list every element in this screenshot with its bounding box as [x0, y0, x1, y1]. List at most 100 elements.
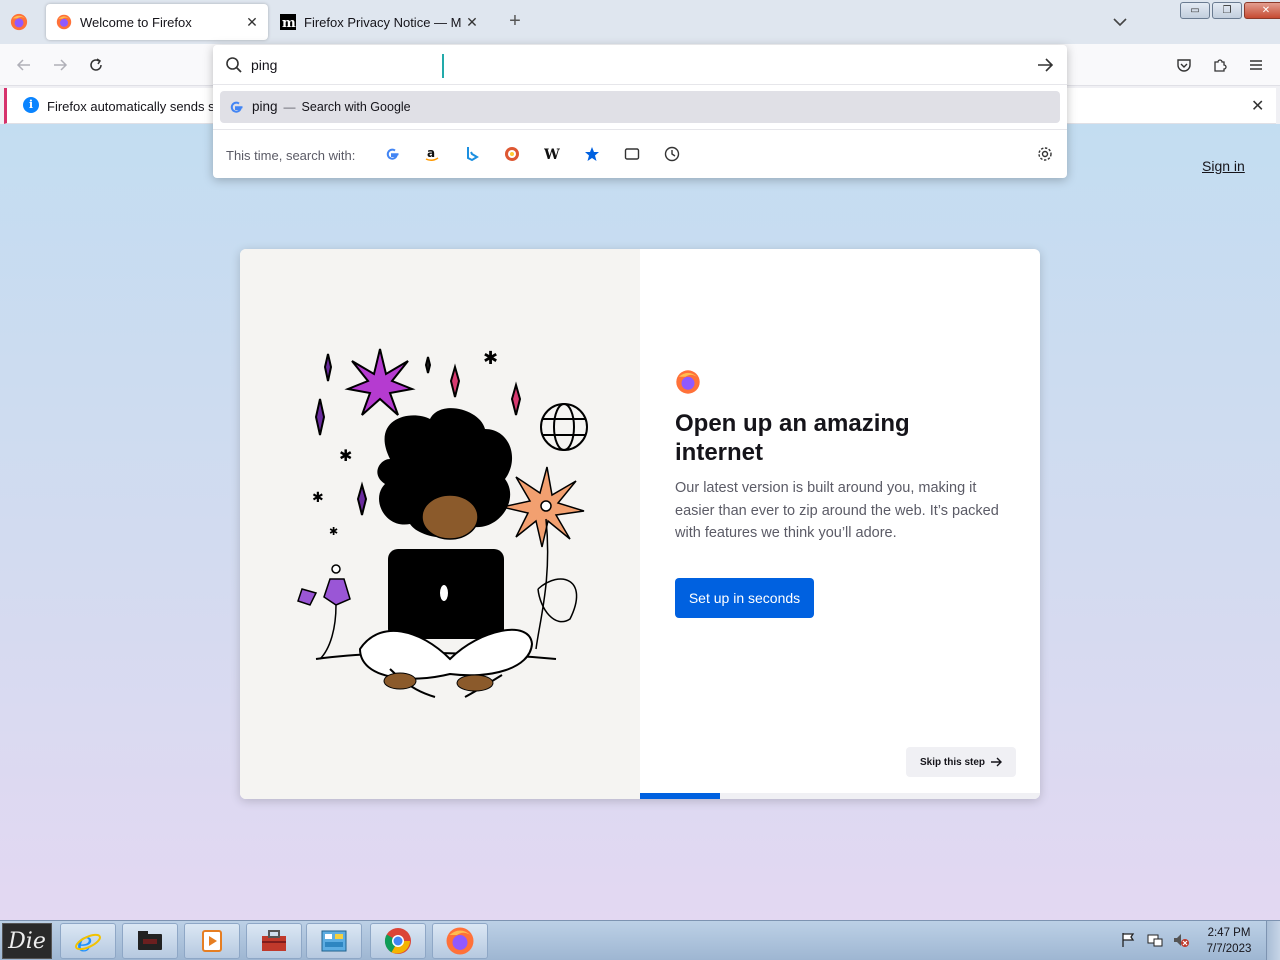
taskbar-media-player[interactable] [184, 923, 240, 959]
onboarding-card: ✱ ✱ ✱ ✱ Open up an amazing internet Our … [240, 249, 1040, 799]
extensions-button[interactable] [1208, 54, 1232, 76]
volume-muted-icon[interactable] [1172, 931, 1190, 949]
reload-button[interactable] [84, 54, 108, 76]
suggestion-text: ping — Search with Google [252, 99, 411, 114]
back-button[interactable] [12, 54, 36, 76]
tabs-button[interactable] [620, 142, 644, 166]
taskbar: Die e 2:47 PM 7/7/2023 [0, 920, 1280, 960]
puzzle-icon [1214, 59, 1227, 72]
chevron-down-icon[interactable] [1110, 12, 1130, 32]
history-button[interactable] [660, 142, 684, 166]
page-title: Open up an amazing internet [675, 410, 910, 466]
text-cursor-icon [442, 54, 444, 78]
folder-icon [138, 931, 162, 950]
internet-explorer-icon: e [75, 928, 101, 956]
search-settings-button[interactable] [1033, 142, 1057, 166]
set-up-button[interactable]: Set up in seconds [675, 578, 814, 618]
network-icon[interactable] [1146, 931, 1164, 949]
start-button[interactable]: Die [2, 923, 52, 959]
bing-icon [467, 147, 479, 162]
search-suggestion[interactable]: ping — Search with Google [220, 91, 1060, 123]
url-input-value: ping [251, 57, 278, 73]
skip-step-button[interactable]: Skip this step [906, 747, 1016, 777]
system-clock[interactable]: 2:47 PM 7/7/2023 [1196, 925, 1262, 957]
svg-text:W: W [544, 147, 560, 162]
sign-in-link[interactable]: Sign in [1202, 158, 1245, 174]
content-panel: Open up an amazing internet Our latest v… [640, 249, 1040, 799]
suggestion-query: ping [252, 99, 278, 114]
svg-text:✱: ✱ [339, 446, 352, 465]
illustration-panel: ✱ ✱ ✱ ✱ [240, 249, 640, 799]
svg-text:✱: ✱ [312, 490, 324, 506]
amazon-engine-button[interactable]: a [420, 142, 444, 166]
firefox-view-icon[interactable] [10, 13, 28, 31]
close-notification-icon[interactable]: ✕ [1251, 96, 1264, 116]
control-panel-icon [321, 930, 347, 952]
app-menu-button[interactable] [1244, 54, 1268, 76]
one-off-search-bar: This time, search with: a W [213, 129, 1067, 178]
progress-fill [640, 793, 720, 799]
go-arrow-icon[interactable] [1035, 55, 1055, 75]
gear-icon [1038, 147, 1052, 161]
firefox-icon [446, 927, 474, 955]
chrome-icon [384, 928, 411, 954]
window-controls: ▭ ❐ ✕ [1180, 2, 1280, 19]
clock-date: 7/7/2023 [1206, 943, 1252, 955]
svg-text:✱: ✱ [329, 525, 338, 538]
forward-button[interactable] [48, 54, 72, 76]
page-description: Our latest version is built around you, … [675, 480, 999, 541]
system-tray [1120, 931, 1190, 949]
toolbox-icon [262, 930, 286, 951]
hamburger-menu-icon [1250, 60, 1262, 70]
one-off-label: This time, search with: [226, 148, 356, 163]
window-close-button[interactable]: ✕ [1244, 2, 1280, 19]
taskbar-internet-explorer[interactable]: e [60, 923, 116, 959]
firefox-logo-icon [676, 370, 700, 394]
bing-engine-button[interactable] [460, 142, 484, 166]
wikipedia-engine-button[interactable]: W [540, 142, 564, 166]
google-icon [386, 148, 399, 160]
wikipedia-icon: W [544, 147, 560, 162]
info-icon: i [23, 97, 39, 113]
flag-icon[interactable] [1120, 931, 1138, 949]
pocket-icon [1177, 59, 1191, 72]
svg-text:a: a [427, 146, 435, 160]
taskbar-file-explorer[interactable] [122, 923, 178, 959]
svg-text:m: m [282, 16, 296, 30]
pocket-button[interactable] [1172, 54, 1196, 76]
notification-text: Firefox automatically sends som [47, 99, 233, 114]
taskbar-toolbox[interactable] [246, 923, 302, 959]
back-arrow-icon [16, 59, 30, 71]
tab-title: Welcome to Firefox [80, 14, 192, 30]
media-player-icon [202, 930, 222, 952]
arrow-right-icon [991, 757, 1002, 767]
bookmarks-button[interactable] [580, 142, 604, 166]
tab-firefox-privacy-notice[interactable]: m Firefox Privacy Notice — Mozill ✕ [278, 4, 488, 40]
close-tab-icon[interactable]: ✕ [242, 14, 262, 31]
suggestion-separator: — [283, 100, 296, 114]
suggestion-action: Search with Google [301, 100, 411, 114]
svg-text:✱: ✱ [483, 348, 498, 369]
duckduckgo-engine-button[interactable] [500, 142, 524, 166]
show-desktop-button[interactable] [1266, 921, 1280, 960]
google-engine-button[interactable] [380, 142, 404, 166]
progress-bar [640, 793, 1040, 799]
taskbar-firefox[interactable] [432, 923, 488, 959]
taskbar-chrome[interactable] [370, 923, 426, 959]
restore-button[interactable]: ❐ [1212, 2, 1242, 19]
google-icon [230, 101, 243, 113]
person-with-laptop-illustration: ✱ ✱ ✱ ✱ [297, 348, 588, 698]
amazon-icon: a [425, 146, 439, 162]
minimize-button[interactable]: ▭ [1180, 2, 1210, 19]
new-tab-button[interactable]: + [504, 11, 526, 33]
duckduckgo-icon [505, 147, 519, 161]
taskbar-control-panel[interactable] [306, 923, 362, 959]
search-icon [226, 57, 242, 73]
tab-welcome-to-firefox[interactable]: Welcome to Firefox ✕ [46, 4, 268, 40]
star-icon [585, 147, 599, 161]
url-input[interactable]: ping [213, 45, 1067, 85]
close-tab-icon[interactable]: ✕ [462, 14, 482, 31]
tab-icon [624, 148, 640, 160]
reload-icon [90, 58, 102, 71]
mozilla-m-icon: m [280, 14, 296, 30]
